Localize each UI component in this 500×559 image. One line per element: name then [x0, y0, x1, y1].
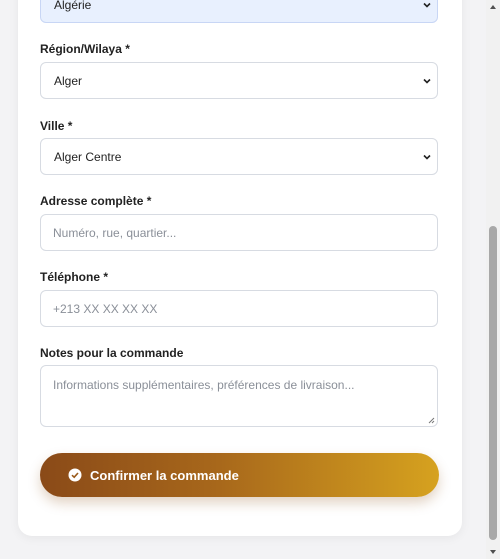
address-label: Adresse complète * — [40, 194, 152, 208]
confirm-order-button[interactable]: Confirmer la commande — [40, 453, 439, 497]
notes-placeholder: Informations supplémentaires, préférence… — [53, 378, 355, 392]
address-placeholder: Numéro, rue, quartier... — [53, 225, 177, 240]
phone-input[interactable]: +213 XX XX XX XX — [40, 290, 438, 327]
region-select[interactable]: Alger — [40, 62, 438, 99]
scroll-up-arrow-icon[interactable] — [489, 3, 497, 11]
city-label: Ville * — [40, 119, 73, 133]
notes-textarea[interactable]: Informations supplémentaires, préférence… — [40, 365, 438, 427]
page-scrollbar[interactable] — [486, 0, 500, 559]
phone-label: Téléphone * — [40, 270, 109, 284]
scrollbar-thumb[interactable] — [489, 226, 497, 540]
notes-label: Notes pour la commande — [40, 346, 184, 360]
phone-placeholder: +213 XX XX XX XX — [53, 301, 158, 316]
chevron-down-icon — [423, 154, 431, 160]
scroll-down-arrow-icon[interactable] — [489, 548, 497, 556]
address-input[interactable]: Numéro, rue, quartier... — [40, 214, 438, 251]
region-select-value: Alger — [54, 73, 83, 88]
city-select[interactable]: Alger Centre — [40, 138, 438, 175]
resize-grip-icon[interactable] — [427, 416, 435, 424]
region-label: Région/Wilaya * — [40, 42, 130, 56]
confirm-order-label: Confirmer la commande — [90, 467, 239, 483]
country-select-value: Algérie — [54, 0, 92, 12]
city-select-value: Alger Centre — [54, 149, 122, 164]
country-select[interactable]: Algérie — [40, 0, 438, 23]
check-circle-icon — [68, 468, 82, 482]
chevron-down-icon — [423, 78, 431, 84]
chevron-down-icon — [423, 2, 431, 8]
